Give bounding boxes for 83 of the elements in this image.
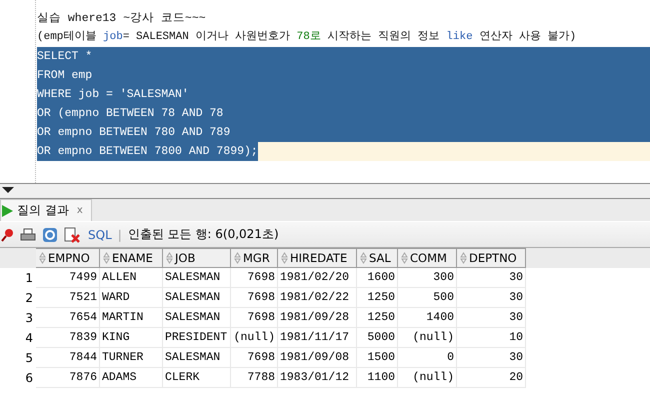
table-cell: 7788 bbox=[231, 368, 278, 388]
table-cell: 7499 bbox=[36, 268, 100, 288]
table-cell: 1250 bbox=[357, 288, 398, 308]
pin-icon[interactable] bbox=[0, 228, 14, 242]
collapse-icon[interactable] bbox=[2, 187, 14, 193]
table-cell: 1981/02/20 bbox=[278, 268, 357, 288]
table-cell: 10 bbox=[457, 328, 526, 348]
print-icon[interactable] bbox=[20, 228, 36, 242]
column-header[interactable]: MGR bbox=[231, 248, 278, 268]
table-cell: SALESMAN bbox=[163, 268, 231, 288]
sort-icon[interactable] bbox=[103, 252, 110, 264]
play-icon bbox=[1, 204, 13, 216]
column-header[interactable]: JOB bbox=[163, 248, 231, 268]
refresh-icon[interactable] bbox=[42, 226, 58, 242]
table-cell: 30 bbox=[457, 288, 526, 308]
table-cell: 7844 bbox=[36, 348, 100, 368]
table-cell: 0 bbox=[398, 348, 457, 368]
table-cell: SALESMAN bbox=[163, 308, 231, 328]
row-number: 1 bbox=[24, 270, 34, 287]
table-cell: 1983/01/12 bbox=[278, 368, 357, 388]
sort-icon[interactable] bbox=[234, 252, 241, 264]
close-icon[interactable]: x bbox=[76, 205, 83, 216]
table-cell: 1600 bbox=[357, 268, 398, 288]
table-cell: 30 bbox=[457, 268, 526, 288]
table-cell: 1500 bbox=[357, 348, 398, 368]
column-header[interactable]: DEPTNO bbox=[457, 248, 526, 268]
row-number: 3 bbox=[24, 310, 34, 327]
table-cell: 7698 bbox=[231, 288, 278, 308]
row-number: 4 bbox=[24, 330, 34, 347]
sql-link[interactable]: SQL bbox=[88, 228, 112, 242]
table-cell: 30 bbox=[457, 308, 526, 328]
fetch-status: 인출된 모든 행: 6(0,021초) bbox=[128, 226, 279, 243]
sort-icon[interactable] bbox=[281, 252, 288, 264]
table-cell: CLERK bbox=[163, 368, 231, 388]
table-cell: 1400 bbox=[398, 308, 457, 328]
table-cell: 1981/09/28 bbox=[278, 308, 357, 328]
table-cell: (null) bbox=[398, 368, 457, 388]
table-cell: 1981/11/17 bbox=[278, 328, 357, 348]
table-cell: 7698 bbox=[231, 308, 278, 328]
column-header[interactable]: EMPNO bbox=[36, 248, 100, 268]
table-cell: 20 bbox=[457, 368, 526, 388]
table-cell: 1250 bbox=[357, 308, 398, 328]
table-cell: ALLEN bbox=[100, 268, 163, 288]
table-cell: (null) bbox=[231, 328, 278, 348]
table-cell: KING bbox=[100, 328, 163, 348]
column-header[interactable]: SAL bbox=[357, 248, 398, 268]
sort-icon[interactable] bbox=[401, 252, 408, 264]
table-cell: 30 bbox=[457, 348, 526, 368]
row-number: 2 bbox=[24, 290, 34, 307]
column-header[interactable]: COMM bbox=[398, 248, 457, 268]
delete-icon[interactable] bbox=[64, 226, 80, 242]
row-number: 6 bbox=[24, 370, 34, 387]
table-cell: SALESMAN bbox=[163, 348, 231, 368]
table-cell: WARD bbox=[100, 288, 163, 308]
results-tab[interactable]: 질의 결과 x bbox=[0, 199, 92, 221]
table-cell: ADAMS bbox=[100, 368, 163, 388]
table-cell: 7698 bbox=[231, 348, 278, 368]
table-cell: PRESIDENT bbox=[163, 328, 231, 348]
sort-icon[interactable] bbox=[39, 252, 46, 264]
toolbar-separator: | bbox=[118, 228, 122, 242]
sort-icon[interactable] bbox=[360, 252, 367, 264]
table-cell: 7654 bbox=[36, 308, 100, 328]
sort-icon[interactable] bbox=[460, 252, 467, 264]
table-cell: 7521 bbox=[36, 288, 100, 308]
table-cell: 1981/02/22 bbox=[278, 288, 357, 308]
table-cell: 7839 bbox=[36, 328, 100, 348]
table-cell: 1100 bbox=[357, 368, 398, 388]
row-number: 5 bbox=[24, 350, 34, 367]
table-cell: 7698 bbox=[231, 268, 278, 288]
column-header[interactable]: ENAME bbox=[100, 248, 163, 268]
table-cell: (null) bbox=[398, 328, 457, 348]
table-cell: 300 bbox=[398, 268, 457, 288]
code-line: (emp테이블 job= SALESMAN 이거나 사원번호가 78로 시작하는 직원의 정보 like 연산자 사용 불가) bbox=[37, 30, 576, 45]
table-cell: TURNER bbox=[100, 348, 163, 368]
sort-icon[interactable] bbox=[166, 252, 173, 264]
table-cell: 7876 bbox=[36, 368, 100, 388]
column-header[interactable]: HIREDATE bbox=[278, 248, 357, 268]
table-cell: SALESMAN bbox=[163, 288, 231, 308]
table-cell: MARTIN bbox=[100, 308, 163, 328]
code-line: 실습 where13 ~강사 코드~~~ bbox=[37, 11, 206, 27]
table-cell: 500 bbox=[398, 288, 457, 308]
table-cell: 1981/09/08 bbox=[278, 348, 357, 368]
table-cell: 5000 bbox=[357, 328, 398, 348]
